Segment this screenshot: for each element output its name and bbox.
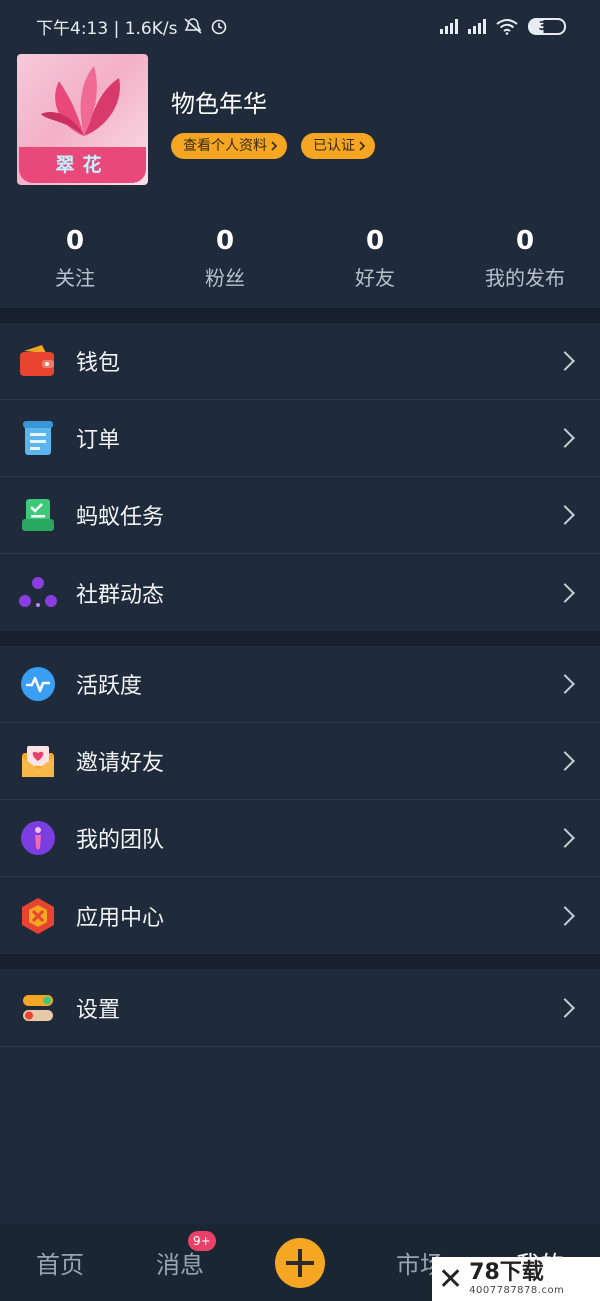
stat-value: 0 xyxy=(65,226,85,256)
stats-bar: 0 关注 0 粉丝 0 好友 0 我的发布 xyxy=(0,190,600,308)
chevron-right-icon xyxy=(271,141,278,151)
verified-label: 已认证 xyxy=(313,138,355,154)
section-divider xyxy=(0,308,600,323)
chevron-right-icon xyxy=(555,674,575,694)
menu-group: 活跃度 邀请好友 我的团队 应用中心 xyxy=(0,646,600,954)
menu-item-ant-tasks[interactable]: 蚂蚁任务 xyxy=(0,477,600,554)
chevron-right-icon xyxy=(555,351,575,371)
watermark-logo-icon: ✕ xyxy=(438,1261,464,1297)
chevron-right-icon xyxy=(555,828,575,848)
activity-icon xyxy=(18,664,58,704)
chevron-right-icon xyxy=(555,505,575,525)
menu-item-label: 钱包 xyxy=(76,351,121,376)
menu-item-label: 活跃度 xyxy=(76,674,143,699)
view-profile-button[interactable]: 查看个人资料 xyxy=(171,133,287,159)
stat-label: 我的发布 xyxy=(485,266,565,290)
section-divider xyxy=(0,631,600,646)
profile-header: 翠花 物色年华 查看个人资料 已认证 xyxy=(0,52,600,190)
avatar[interactable]: 翠花 xyxy=(17,54,148,185)
menu-item-label: 蚂蚁任务 xyxy=(76,505,165,530)
menu-item-orders[interactable]: 订单 xyxy=(0,400,600,477)
verified-badge-button[interactable]: 已认证 xyxy=(301,133,375,159)
chevron-right-icon xyxy=(555,428,575,448)
mute-bell-icon xyxy=(184,18,203,34)
stat-value: 0 xyxy=(365,226,385,256)
status-bar: 下午4:13 | 1.6K/s 30 xyxy=(0,0,600,52)
menu-item-invite-friends[interactable]: 邀请好友 xyxy=(0,723,600,800)
invite-icon xyxy=(18,741,58,781)
stat-value: 0 xyxy=(515,226,535,256)
signal-icon xyxy=(440,18,458,34)
menu-item-my-team[interactable]: 我的团队 xyxy=(0,800,600,877)
menu-item-label: 应用中心 xyxy=(76,905,165,931)
alarm-icon xyxy=(212,19,227,35)
chevron-right-icon xyxy=(555,905,575,926)
nav-messages[interactable]: 消息 9+ xyxy=(120,1231,240,1280)
menu-item-community-feed[interactable]: 社群动态 xyxy=(0,554,600,631)
view-profile-label: 查看个人资料 xyxy=(183,138,267,154)
menu-item-label: 邀请好友 xyxy=(76,751,165,776)
menu-item-label: 我的团队 xyxy=(76,828,165,853)
menu-group: 设置 xyxy=(0,969,600,1047)
flower-logo-icon xyxy=(41,66,120,136)
status-time-speed: 下午4:13 | 1.6K/s xyxy=(36,18,178,39)
menu-item-label: 社群动态 xyxy=(76,582,165,608)
menu-group: 钱包 订单 蚂蚁任务 社群动态 xyxy=(0,323,600,631)
chevron-right-icon xyxy=(555,997,575,1018)
chevron-right-icon xyxy=(555,582,575,603)
menu-item-label: 设置 xyxy=(76,997,121,1023)
nav-post[interactable] xyxy=(240,1237,360,1288)
section-divider xyxy=(0,954,600,969)
stat-following[interactable]: 0 关注 xyxy=(0,200,150,308)
stat-value: 0 xyxy=(215,226,235,256)
messages-badge: 9+ xyxy=(188,1231,216,1251)
order-icon xyxy=(18,418,58,458)
avatar-label: 翠花 xyxy=(19,147,146,183)
task-icon xyxy=(18,495,58,535)
team-icon xyxy=(18,818,58,858)
stat-label: 好友 xyxy=(355,266,395,290)
stat-my-posts[interactable]: 0 我的发布 xyxy=(450,200,600,308)
username: 物色年华 xyxy=(171,90,267,118)
wallet-icon xyxy=(18,341,58,381)
menu-item-app-center[interactable]: 应用中心 xyxy=(0,877,600,954)
signal-icon xyxy=(468,18,486,34)
watermark: ✕ 78下载 4007787878.com xyxy=(432,1257,600,1301)
plus-icon[interactable] xyxy=(275,1237,325,1288)
stat-friends[interactable]: 0 好友 xyxy=(300,200,450,308)
stat-label: 关注 xyxy=(55,266,95,290)
battery-level: 30 xyxy=(538,18,556,33)
menu-item-wallet[interactable]: 钱包 xyxy=(0,323,600,400)
settings-icon xyxy=(18,988,58,1028)
menu-item-settings[interactable]: 设置 xyxy=(0,969,600,1046)
chevron-right-icon xyxy=(359,141,366,151)
wifi-icon xyxy=(496,18,518,35)
watermark-title: 78下载 xyxy=(469,1260,544,1285)
chevron-right-icon xyxy=(555,751,575,771)
menu-item-label: 订单 xyxy=(76,428,121,453)
app-center-icon xyxy=(18,896,58,936)
watermark-sub: 4007787878.com xyxy=(469,1285,565,1296)
community-icon xyxy=(18,573,58,613)
nav-messages-label: 消息 xyxy=(156,1251,204,1279)
nav-home[interactable]: 首页 xyxy=(0,1245,120,1280)
menu-item-activity[interactable]: 活跃度 xyxy=(0,646,600,723)
stat-followers[interactable]: 0 粉丝 xyxy=(150,200,300,308)
stat-label: 粉丝 xyxy=(205,266,245,290)
battery-icon: 30 xyxy=(528,17,566,35)
